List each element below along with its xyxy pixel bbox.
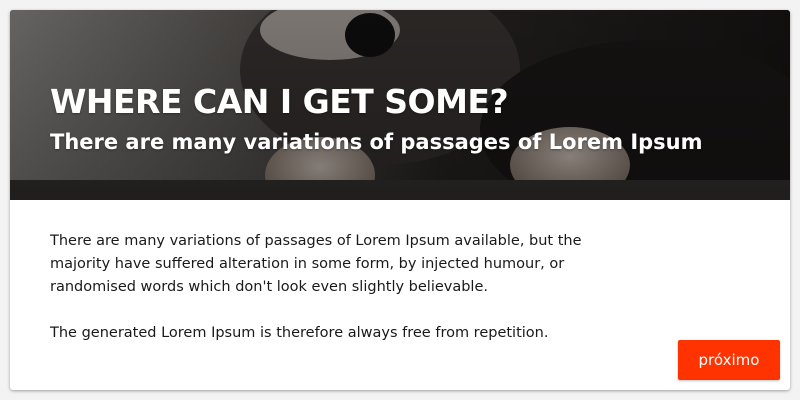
slide-card: WHERE CAN I GET SOME? There are many var… — [10, 10, 790, 390]
body-paragraph: The generated Lorem Ipsum is therefore a… — [50, 325, 549, 341]
hero-subtitle: There are many variations of passages of… — [50, 130, 703, 154]
next-button[interactable]: próximo — [678, 340, 780, 380]
hero-banner: WHERE CAN I GET SOME? There are many var… — [10, 10, 790, 200]
card-body: There are many variations of passages of… — [50, 230, 630, 345]
body-paragraph: There are many variations of passages of… — [50, 233, 582, 295]
hero-title: WHERE CAN I GET SOME? — [50, 82, 509, 121]
